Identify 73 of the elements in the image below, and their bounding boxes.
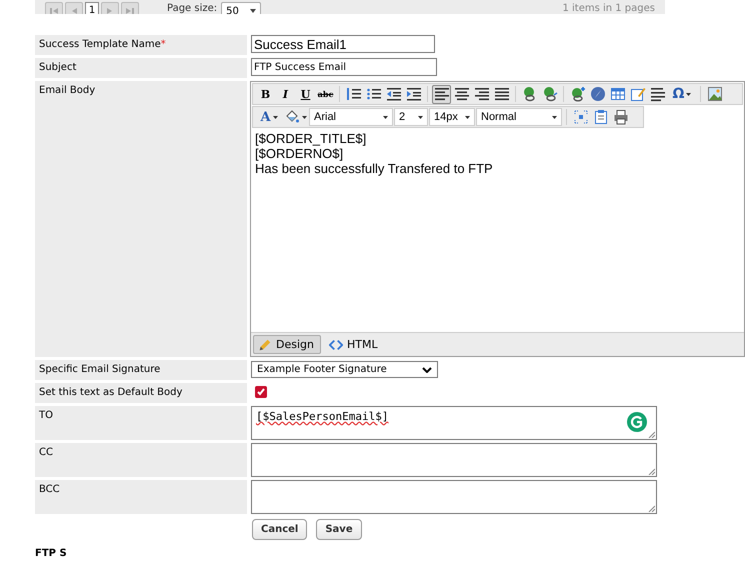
caret-icon <box>250 9 256 13</box>
page-size-label: Page size: <box>167 4 218 14</box>
field-label: Subject <box>35 58 247 78</box>
resize-grip-icon[interactable] <box>648 431 655 438</box>
body-text-line: [$ORDER_TITLE$] <box>255 131 368 146</box>
caret-icon <box>465 116 470 118</box>
required-mark: * <box>160 39 166 50</box>
resize-grip-icon[interactable] <box>648 505 655 512</box>
form-button[interactable]: Cancel <box>252 519 308 540</box>
globe-link-icon <box>522 86 538 102</box>
email-textarea[interactable]: [$SalesPersonEmail$] <box>251 406 657 440</box>
field-label: Specific Email Signature <box>35 360 247 380</box>
clipboard-icon <box>592 109 608 125</box>
section-text: FTP S <box>35 548 68 559</box>
checkbox[interactable] <box>255 386 267 398</box>
field-label: Success Template Name* <box>35 35 247 55</box>
toolbar-button[interactable]: abc <box>316 84 335 104</box>
toolbar-button[interactable] <box>432 84 451 104</box>
globe-unlink-icon <box>542 86 558 102</box>
chevron-icon <box>422 366 432 372</box>
indent-icon <box>406 86 422 102</box>
page-size-select[interactable]: 50 <box>221 2 262 14</box>
field-label: Email Body <box>35 81 247 357</box>
grammar-g-icon[interactable] <box>626 411 648 433</box>
email-textarea[interactable] <box>251 443 657 477</box>
caret-icon <box>302 116 307 118</box>
paint-bucket-icon <box>284 109 300 125</box>
caret-icon <box>552 116 557 118</box>
text-field[interactable]: FTP Success Email <box>251 58 437 76</box>
font-color-button[interactable]: A <box>256 108 282 126</box>
mode-tab[interactable]: HTML <box>324 335 385 354</box>
align-left-icon <box>434 86 450 102</box>
bullet-list-icon <box>366 86 382 102</box>
select-all-icon <box>572 109 588 125</box>
format-select[interactable]: Normal <box>476 108 562 126</box>
toolbar-button[interactable]: U <box>296 84 315 104</box>
form-button[interactable]: Save <box>316 519 362 540</box>
field-label: CC <box>35 443 247 477</box>
font-select[interactable]: Arial <box>309 108 393 126</box>
page-number-field[interactable]: 1 <box>85 2 99 14</box>
justify-icon <box>494 86 510 102</box>
body-text-line: Has been successfully Transfered to FTP <box>255 161 494 176</box>
paragraph-icon <box>650 86 666 102</box>
resize-grip-icon[interactable] <box>648 468 655 475</box>
caret-icon <box>272 116 278 118</box>
image-icon <box>706 86 722 102</box>
outdent-icon <box>386 86 402 102</box>
items-summary: 1 items in 1 pages <box>562 4 655 14</box>
printer-icon <box>612 109 628 125</box>
edit-form-icon <box>630 86 646 102</box>
signature-select[interactable]: Example Footer Signature <box>251 361 438 378</box>
body-text-line: [$ORDERNO$] <box>255 146 344 161</box>
size-select[interactable]: 2 <box>394 108 428 126</box>
caret-icon <box>686 92 692 96</box>
globe-add-icon <box>570 86 586 102</box>
mode-tab[interactable]: Design <box>253 335 321 354</box>
font-size-select[interactable]: 14px <box>429 108 475 126</box>
table-icon <box>610 86 626 102</box>
toolbar-button[interactable]: B <box>256 84 275 104</box>
align-center-icon <box>454 86 470 102</box>
field-label: Set this text as Default Body <box>35 383 247 403</box>
email-textarea[interactable] <box>251 480 657 514</box>
toolbar-button[interactable]: I <box>276 84 295 104</box>
field-label: TO <box>35 406 247 440</box>
editor-content[interactable]: [$ORDER_TITLE$] [$ORDERNO$] Has been successfully Transfered to FTP <box>251 128 744 332</box>
caret-icon <box>418 116 423 118</box>
compass-icon <box>590 86 606 102</box>
caret-icon <box>383 116 388 118</box>
text-field[interactable]: Success Email1 <box>251 35 435 53</box>
field-label: BCC <box>35 480 247 514</box>
toolbar-button[interactable]: Ω <box>668 84 696 104</box>
align-right-icon <box>474 86 490 102</box>
ordered-list-icon <box>346 86 362 102</box>
